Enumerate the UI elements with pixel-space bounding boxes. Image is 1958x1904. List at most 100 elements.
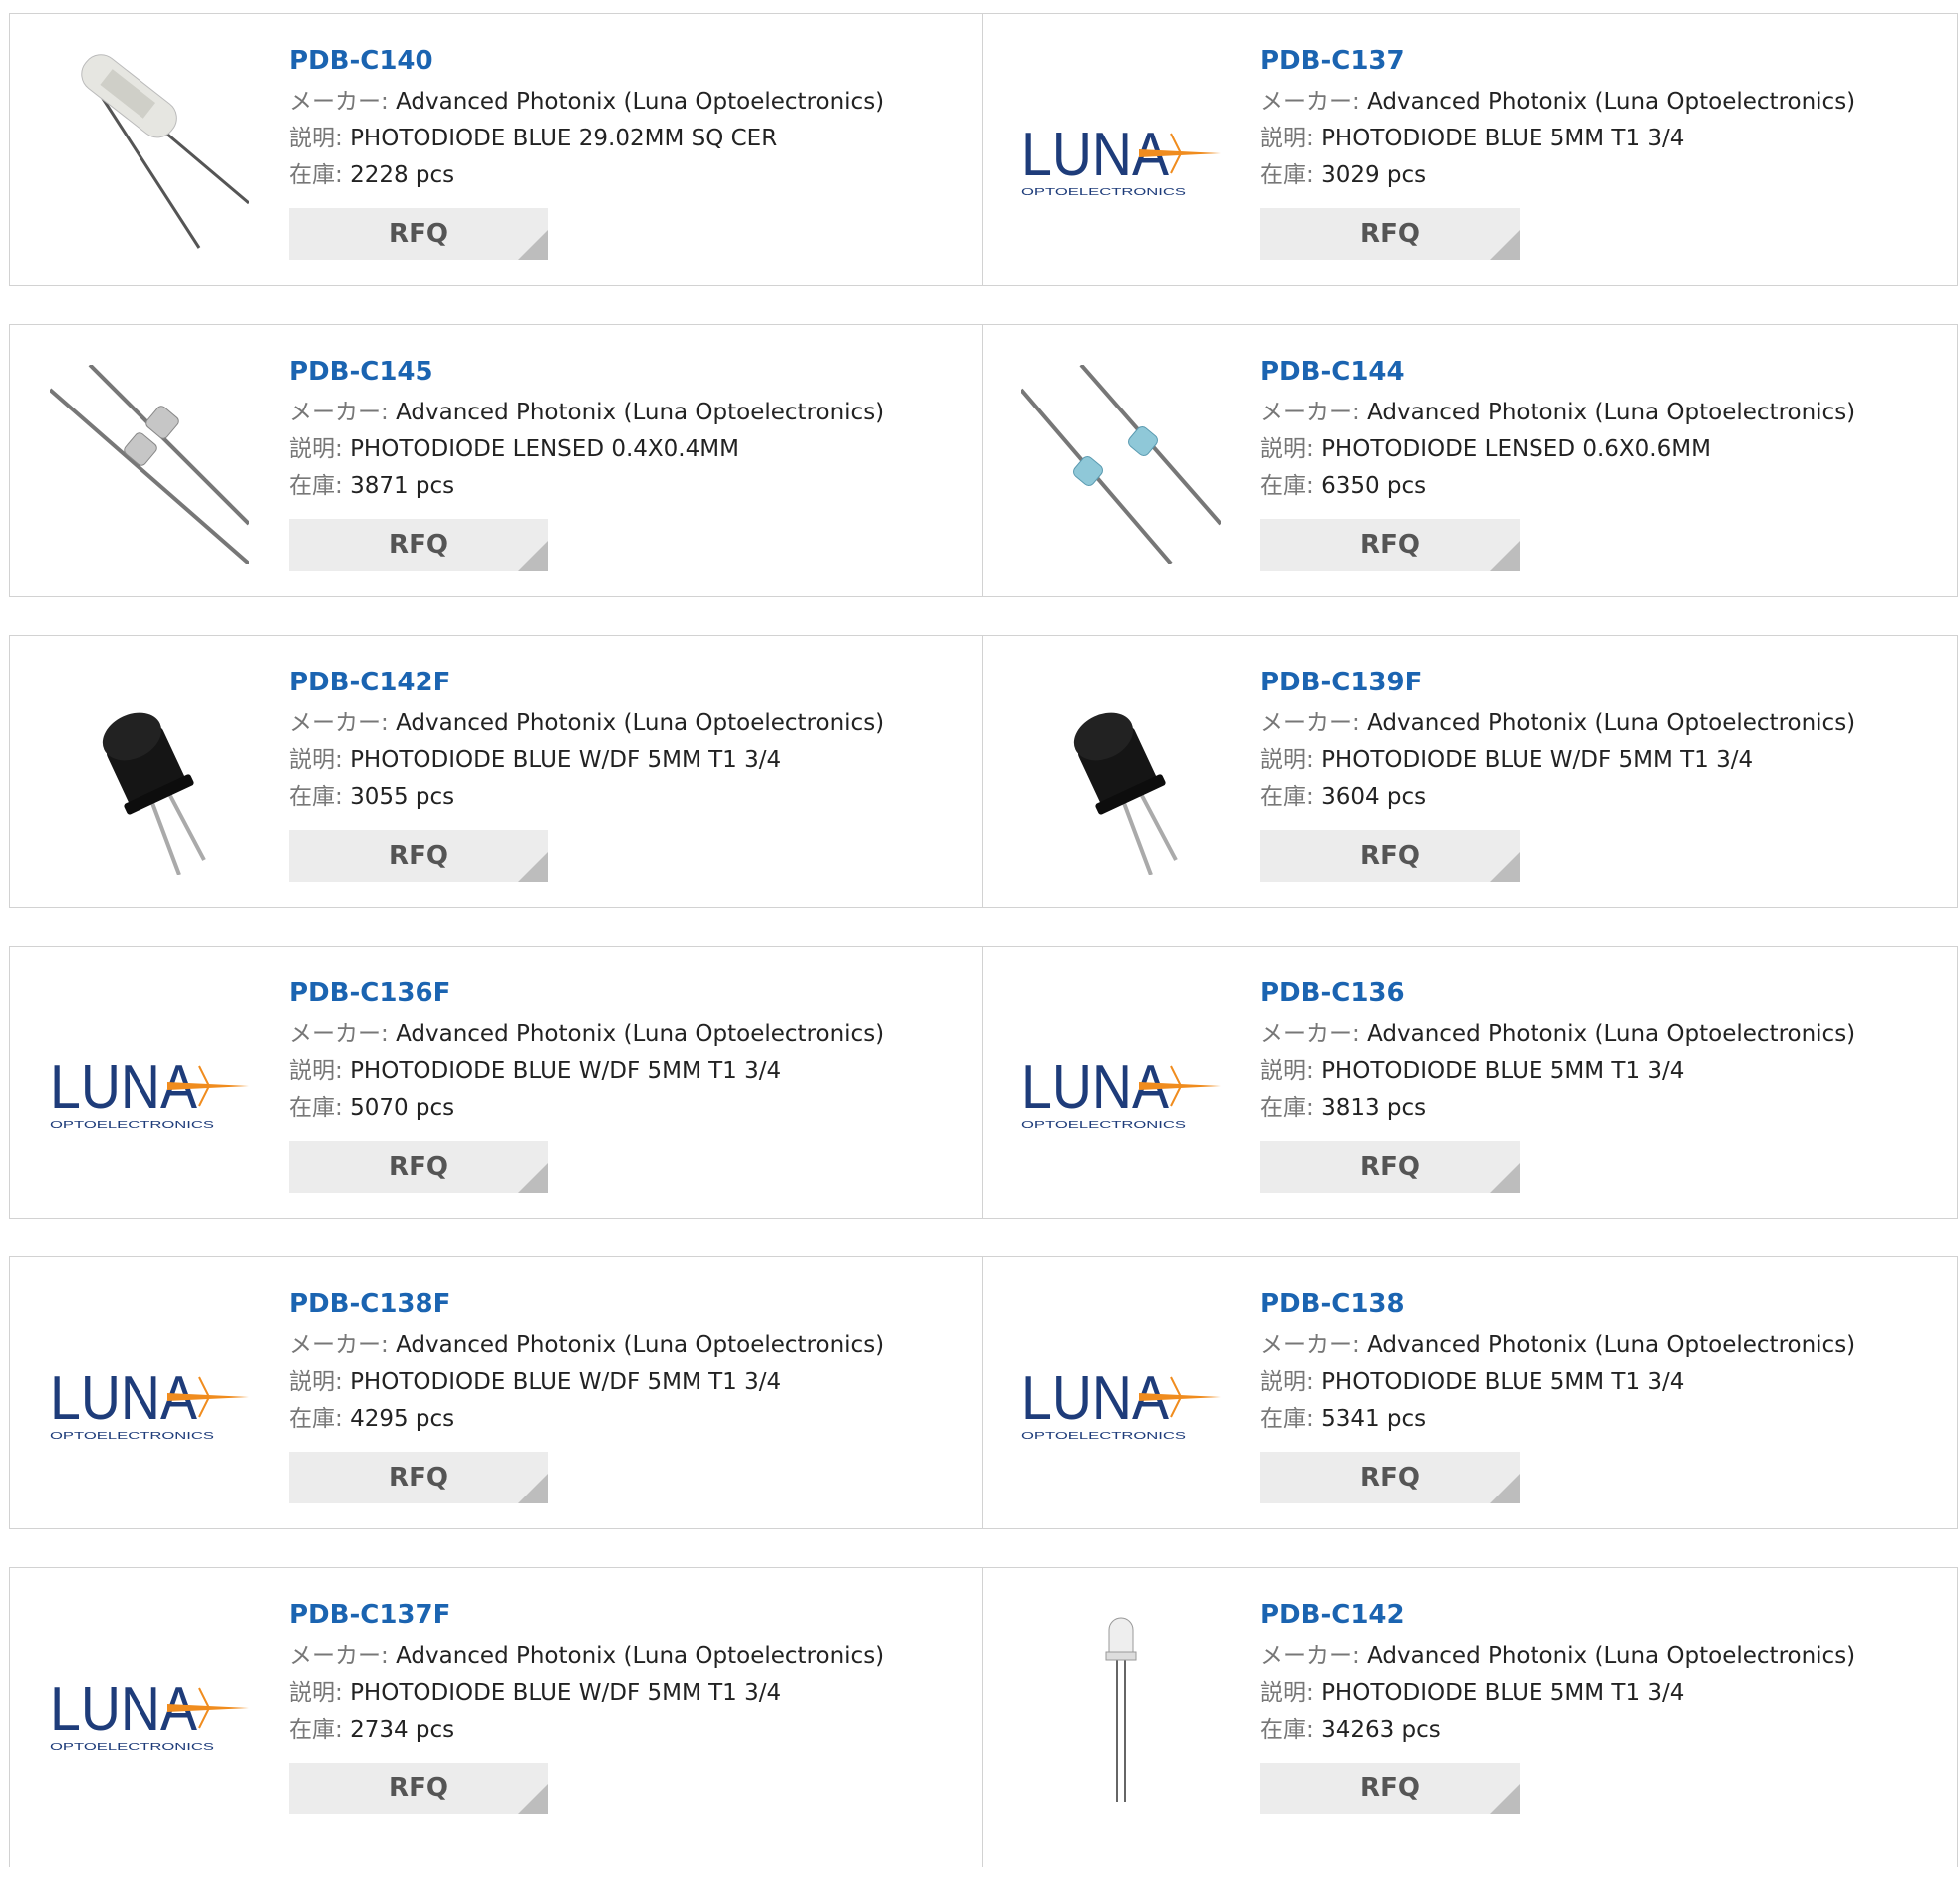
stock-line: 在庫: 2228 pcs — [289, 157, 973, 194]
description-label: 説明: — [289, 1369, 343, 1395]
product-info: PDB-C139F メーカー: Advanced Photonix (Luna … — [1260, 666, 1947, 882]
rfq-button[interactable]: RFQ — [1260, 1141, 1520, 1193]
rfq-button[interactable]: RFQ — [1260, 830, 1520, 882]
description-line: 説明: PHOTODIODE BLUE W/DF 5MM T1 3/4 — [289, 1053, 973, 1090]
stock-label: 在庫: — [289, 162, 343, 188]
stock-line: 在庫: 3029 pcs — [1260, 157, 1947, 194]
rfq-button[interactable]: RFQ — [1260, 519, 1520, 571]
stock-label: 在庫: — [1260, 1095, 1314, 1121]
product-card: PDB-C140 メーカー: Advanced Photonix (Luna O… — [9, 13, 983, 286]
clear-lensed-diode-icon — [50, 365, 249, 564]
maker-value: Advanced Photonix (Luna Optoelectronics) — [1367, 1021, 1856, 1047]
stock-label: 在庫: — [289, 1095, 343, 1121]
description-line: 説明: PHOTODIODE LENSED 0.4X0.4MM — [289, 431, 973, 468]
product-image[interactable]: LUNA OPTOELECTRONICS — [50, 986, 249, 1186]
product-image[interactable]: LUNA OPTOELECTRONICS — [1021, 1297, 1221, 1496]
product-name-link[interactable]: PDB-C137 — [1260, 44, 1947, 84]
maker-line: メーカー: Advanced Photonix (Luna Optoelectr… — [289, 395, 973, 431]
description-value: PHOTODIODE LENSED 0.6X0.6MM — [1321, 436, 1711, 462]
rfq-button[interactable]: RFQ — [1260, 1763, 1520, 1814]
stock-label: 在庫: — [289, 473, 343, 499]
product-name-link[interactable]: PDB-C139F — [1260, 666, 1947, 705]
description-label: 説明: — [1260, 436, 1314, 462]
description-label: 説明: — [1260, 747, 1314, 773]
maker-value: Advanced Photonix (Luna Optoelectronics) — [396, 89, 885, 115]
product-image[interactable]: LUNA OPTOELECTRONICS — [1021, 54, 1221, 253]
stock-value: 2734 pcs — [350, 1717, 455, 1743]
stock-value: 3604 pcs — [1321, 784, 1427, 810]
ceramic-photodiode-icon — [50, 54, 249, 253]
product-name-link[interactable]: PDB-C138F — [289, 1287, 973, 1327]
product-name-link[interactable]: PDB-C140 — [289, 44, 973, 84]
product-row: PDB-C140 メーカー: Advanced Photonix (Luna O… — [9, 13, 1958, 286]
rfq-button[interactable]: RFQ — [289, 519, 548, 571]
product-image[interactable] — [1021, 676, 1221, 875]
product-row: LUNA OPTOELECTRONICS PDB-C138F メーカー: Adva… — [9, 1256, 1958, 1529]
svg-text:OPTOELECTRONICS: OPTOELECTRONICS — [1021, 1120, 1187, 1131]
stock-label: 在庫: — [1260, 473, 1314, 499]
product-name-link[interactable]: PDB-C136F — [289, 976, 973, 1016]
product-image[interactable] — [50, 54, 249, 253]
description-label: 説明: — [1260, 1058, 1314, 1084]
maker-line: メーカー: Advanced Photonix (Luna Optoelectr… — [289, 1327, 973, 1364]
maker-label: メーカー: — [1260, 1332, 1360, 1358]
stock-value: 34263 pcs — [1321, 1717, 1441, 1743]
product-image[interactable] — [1021, 1608, 1221, 1807]
product-info: PDB-C142F メーカー: Advanced Photonix (Luna … — [289, 666, 973, 882]
luna-logo: LUNA OPTOELECTRONICS — [1021, 986, 1221, 1186]
stock-line: 在庫: 5070 pcs — [289, 1090, 973, 1127]
svg-text:OPTOELECTRONICS: OPTOELECTRONICS — [50, 1120, 215, 1131]
rfq-button[interactable]: RFQ — [289, 208, 548, 260]
rfq-button[interactable]: RFQ — [1260, 208, 1520, 260]
product-image[interactable]: LUNA OPTOELECTRONICS — [50, 1297, 249, 1496]
rfq-button[interactable]: RFQ — [289, 1452, 548, 1503]
description-label: 説明: — [289, 747, 343, 773]
description-label: 説明: — [289, 1680, 343, 1706]
maker-line: メーカー: Advanced Photonix (Luna Optoelectr… — [1260, 84, 1947, 121]
maker-line: メーカー: Advanced Photonix (Luna Optoelectr… — [1260, 1638, 1947, 1675]
stock-line: 在庫: 34263 pcs — [1260, 1712, 1947, 1749]
product-info: PDB-C136 メーカー: Advanced Photonix (Luna O… — [1260, 976, 1947, 1193]
maker-value: Advanced Photonix (Luna Optoelectronics) — [396, 1332, 885, 1358]
maker-value: Advanced Photonix (Luna Optoelectronics) — [396, 1643, 885, 1669]
product-card: LUNA OPTOELECTRONICS PDB-C138 メーカー: Advan… — [983, 1256, 1958, 1529]
product-info: PDB-C137F メーカー: Advanced Photonix (Luna … — [289, 1598, 973, 1814]
stock-value: 6350 pcs — [1321, 473, 1427, 499]
stock-label: 在庫: — [289, 1406, 343, 1432]
maker-label: メーカー: — [289, 710, 389, 736]
product-image[interactable] — [50, 365, 249, 564]
product-image[interactable]: LUNA OPTOELECTRONICS — [50, 1608, 249, 1807]
product-image[interactable]: LUNA OPTOELECTRONICS — [1021, 986, 1221, 1186]
luna-logo: LUNA OPTOELECTRONICS — [50, 1297, 249, 1496]
luna-logo: LUNA OPTOELECTRONICS — [50, 986, 249, 1186]
product-image[interactable] — [50, 676, 249, 875]
product-name-link[interactable]: PDB-C142 — [1260, 1598, 1947, 1638]
maker-value: Advanced Photonix (Luna Optoelectronics) — [396, 710, 885, 736]
stock-label: 在庫: — [1260, 1406, 1314, 1432]
rfq-button[interactable]: RFQ — [289, 1141, 548, 1193]
description-value: PHOTODIODE BLUE W/DF 5MM T1 3/4 — [350, 1680, 782, 1706]
maker-label: メーカー: — [1260, 710, 1360, 736]
product-image[interactable] — [1021, 365, 1221, 564]
product-name-link[interactable]: PDB-C137F — [289, 1598, 973, 1638]
description-value: PHOTODIODE BLUE W/DF 5MM T1 3/4 — [350, 1058, 782, 1084]
stock-line: 在庫: 4295 pcs — [289, 1401, 973, 1438]
rfq-button[interactable]: RFQ — [289, 1763, 548, 1814]
description-value: PHOTODIODE BLUE W/DF 5MM T1 3/4 — [1321, 747, 1754, 773]
description-value: PHOTODIODE LENSED 0.4X0.4MM — [350, 436, 739, 462]
description-label: 説明: — [1260, 126, 1314, 151]
rfq-button[interactable]: RFQ — [1260, 1452, 1520, 1503]
maker-line: メーカー: Advanced Photonix (Luna Optoelectr… — [289, 1016, 973, 1053]
maker-line: メーカー: Advanced Photonix (Luna Optoelectr… — [1260, 1016, 1947, 1053]
rfq-button[interactable]: RFQ — [289, 830, 548, 882]
description-value: PHOTODIODE BLUE 5MM T1 3/4 — [1321, 1369, 1685, 1395]
product-name-link[interactable]: PDB-C145 — [289, 355, 973, 395]
stock-line: 在庫: 2734 pcs — [289, 1712, 973, 1749]
product-name-link[interactable]: PDB-C136 — [1260, 976, 1947, 1016]
description-line: 説明: PHOTODIODE BLUE W/DF 5MM T1 3/4 — [289, 1675, 973, 1712]
product-info: PDB-C145 メーカー: Advanced Photonix (Luna O… — [289, 355, 973, 571]
product-name-link[interactable]: PDB-C142F — [289, 666, 973, 705]
product-name-link[interactable]: PDB-C138 — [1260, 1287, 1947, 1327]
description-line: 説明: PHOTODIODE BLUE W/DF 5MM T1 3/4 — [289, 1364, 973, 1401]
product-name-link[interactable]: PDB-C144 — [1260, 355, 1947, 395]
